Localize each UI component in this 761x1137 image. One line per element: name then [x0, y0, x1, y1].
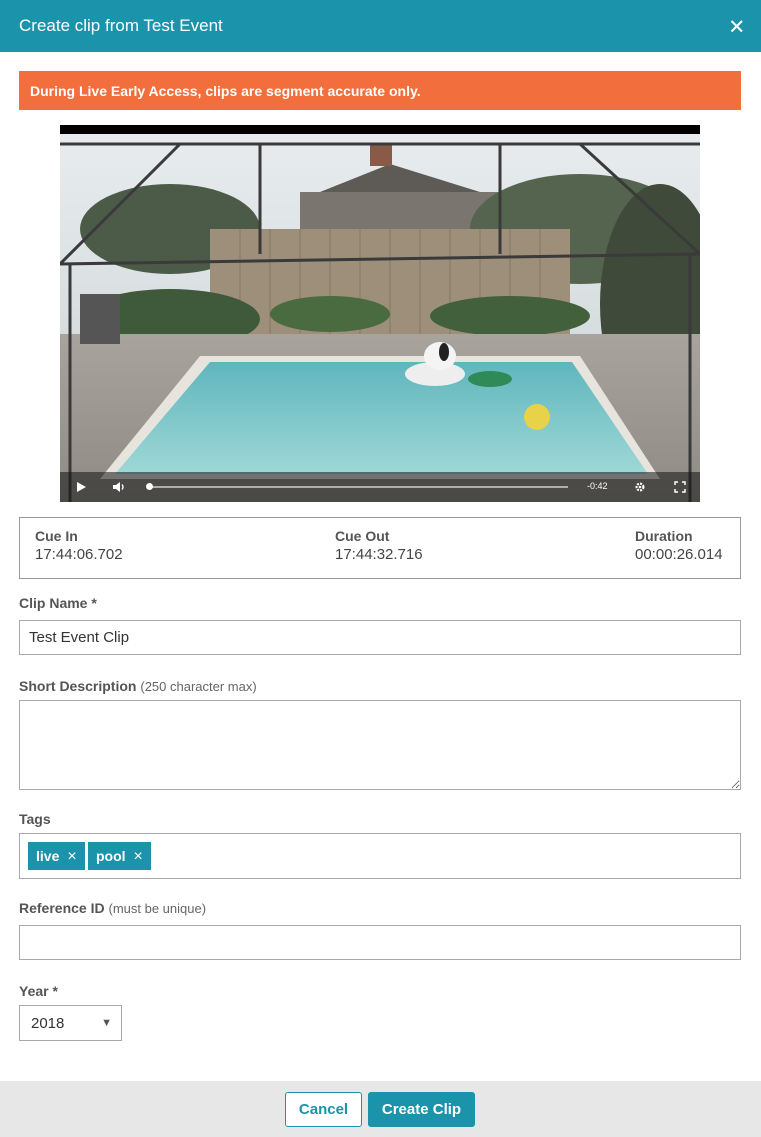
tag-live: live × — [28, 842, 85, 870]
dialog-header: Create clip from Test Event — [0, 0, 761, 52]
year-select[interactable]: 2018 ▼ — [19, 1005, 122, 1041]
short-description-label: Short Description (250 character max) — [19, 678, 257, 694]
reference-id-label: Reference ID (must be unique) — [19, 900, 206, 916]
short-description-textarea[interactable] — [19, 700, 741, 790]
cancel-button[interactable]: Cancel — [285, 1092, 362, 1127]
short-description-hint: (250 character max) — [140, 679, 257, 694]
clip-name-input[interactable] — [19, 620, 741, 655]
tags-label: Tags — [19, 811, 51, 827]
settings-button[interactable] — [631, 478, 649, 496]
short-description-label-text: Short Description — [19, 678, 137, 694]
duration-label: Duration — [635, 528, 693, 544]
gear-icon — [635, 482, 645, 492]
fullscreen-button[interactable] — [671, 478, 689, 496]
reference-id-hint: (must be unique) — [108, 901, 207, 916]
cue-out-label: Cue Out — [335, 528, 390, 544]
close-icon — [730, 20, 743, 33]
play-button[interactable] — [72, 478, 90, 496]
cue-in-label: Cue In — [35, 528, 78, 544]
reference-id-label-text: Reference ID — [19, 900, 105, 916]
video-frame — [60, 134, 700, 502]
time-remaining: -0:42 — [587, 481, 608, 491]
close-icon[interactable]: × — [67, 849, 76, 865]
dialog-title: Create clip from Test Event — [19, 16, 223, 35]
year-label: Year * — [19, 983, 58, 999]
tag-label: live — [36, 848, 60, 864]
year-select-value: 2018 — [31, 1015, 65, 1032]
seek-handle[interactable] — [146, 483, 153, 490]
player-controls: -0:42 — [60, 472, 700, 502]
cue-in-value: 17:44:06.702 — [35, 546, 123, 563]
dialog-footer: Cancel Create Clip — [0, 1081, 761, 1137]
tags-input[interactable]: live × pool × — [19, 833, 741, 879]
duration-value: 00:00:26.014 — [635, 546, 723, 563]
close-icon[interactable]: × — [134, 849, 143, 865]
tag-label: pool — [96, 848, 126, 864]
fullscreen-icon — [674, 481, 686, 493]
seek-bar[interactable] — [148, 486, 568, 488]
reference-id-input[interactable] — [19, 925, 741, 960]
create-clip-button[interactable]: Create Clip — [368, 1092, 475, 1127]
play-icon — [77, 482, 86, 492]
tag-pool: pool × — [88, 842, 151, 870]
clip-name-label: Clip Name * — [19, 595, 97, 611]
cue-info-panel: Cue In 17:44:06.702 Cue Out 17:44:32.716… — [19, 517, 741, 579]
video-player[interactable]: -0:42 — [60, 125, 700, 502]
segment-accuracy-alert: During Live Early Access, clips are segm… — [19, 71, 741, 110]
volume-icon — [113, 482, 124, 492]
close-button[interactable] — [727, 16, 747, 36]
cue-out-value: 17:44:32.716 — [335, 546, 423, 563]
volume-button[interactable] — [110, 478, 128, 496]
chevron-down-icon: ▼ — [101, 1017, 112, 1029]
